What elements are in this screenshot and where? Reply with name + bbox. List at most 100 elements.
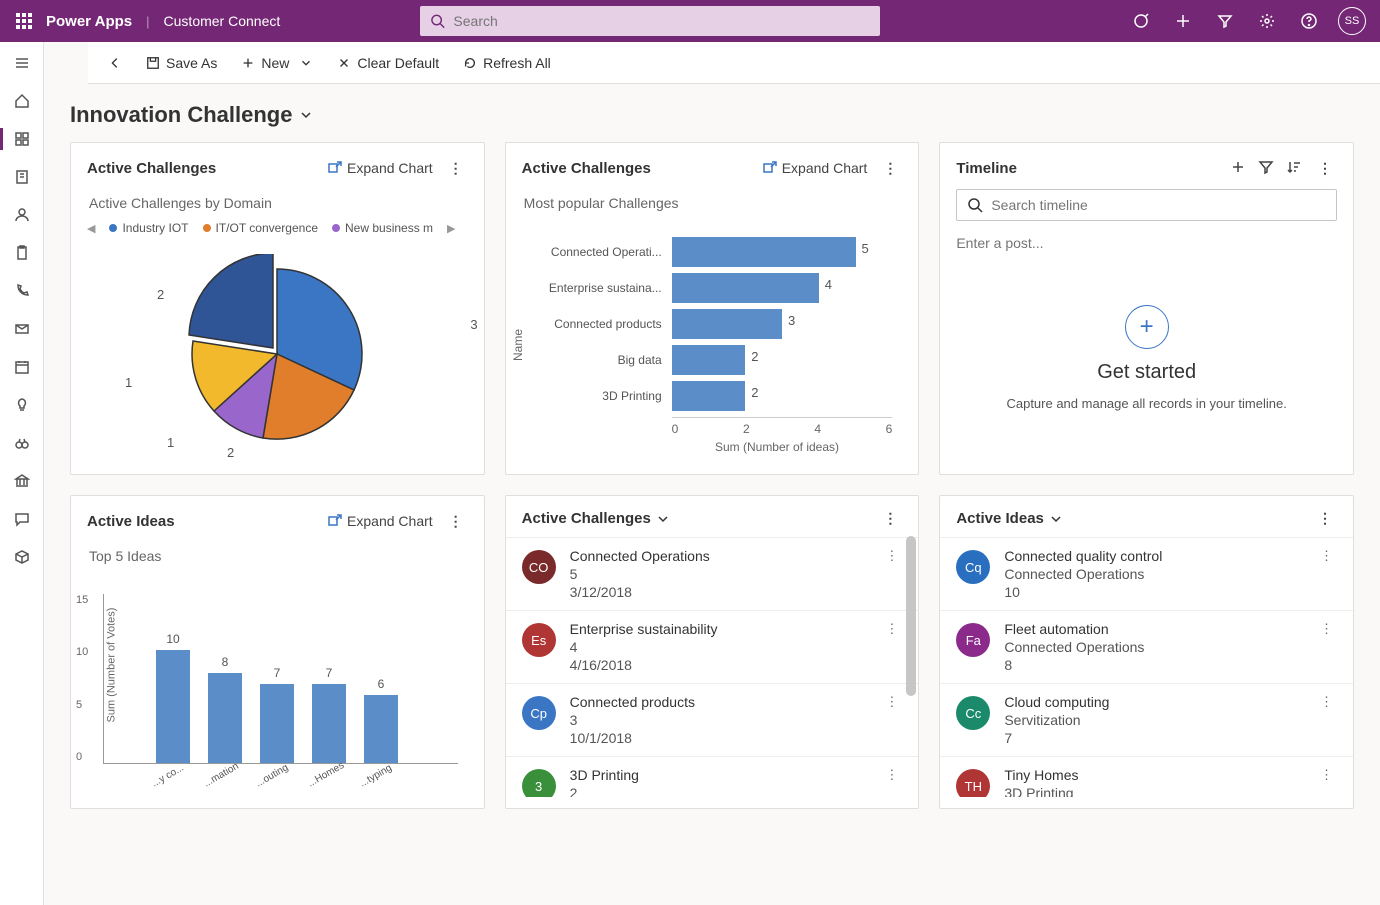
nav-package[interactable] — [0, 540, 44, 574]
list-item[interactable]: Fa Fleet automation Connected Operations… — [940, 610, 1353, 683]
timeline-card: Timeline ⋮ + — [939, 142, 1354, 475]
avatar: Fa — [956, 623, 990, 657]
add-icon[interactable] — [1164, 0, 1202, 42]
row-title: Fleet automation — [1004, 621, 1316, 637]
card-title[interactable]: Active Challenges — [522, 510, 671, 527]
list-item[interactable]: Cp Connected products 3 10/1/2018 ⋮ — [506, 683, 919, 756]
list-item[interactable]: Cc Cloud computing Servitization 7 ⋮ — [940, 683, 1353, 756]
more-icon[interactable]: ⋮ — [881, 767, 902, 783]
card-title: Active Challenges — [522, 160, 651, 177]
hbar-row: Big data 2 — [542, 345, 893, 375]
vbar: 7...Homes — [312, 684, 346, 763]
nav-entity[interactable] — [0, 160, 44, 194]
scrollbar[interactable] — [906, 536, 916, 696]
nav-home[interactable] — [0, 84, 44, 118]
more-icon[interactable]: ⋮ — [1314, 160, 1337, 177]
row-sub2: 4/16/2018 — [570, 657, 882, 673]
more-icon[interactable]: ⋮ — [879, 160, 902, 177]
list-item[interactable]: 3 3D Printing 2 ⋮ — [506, 756, 919, 797]
pie-chart — [177, 254, 377, 454]
expand-chart-button[interactable]: Expand Chart — [327, 160, 433, 176]
nav-idea[interactable] — [0, 388, 44, 422]
legend-next-icon[interactable]: ▶ — [447, 222, 455, 235]
search-input[interactable] — [453, 13, 870, 29]
nav-dashboard[interactable] — [0, 122, 44, 156]
app-name[interactable]: Customer Connect — [164, 13, 281, 29]
y-axis-label: Sum (Number of Votes) — [105, 607, 117, 722]
nav-hamburger[interactable] — [0, 46, 44, 80]
more-icon[interactable]: ⋮ — [1316, 621, 1337, 637]
chart-subtitle: Active Challenges by Domain — [89, 195, 468, 211]
avatar: Es — [522, 623, 556, 657]
nav-phone[interactable] — [0, 274, 44, 308]
avatar: Cp — [522, 696, 556, 730]
nav-chat[interactable] — [0, 502, 44, 536]
list-item[interactable]: Cq Connected quality control Connected O… — [940, 537, 1353, 610]
row-title: Connected products — [570, 694, 882, 710]
row-sub1: 5 — [570, 566, 882, 582]
timeline-search-input[interactable] — [991, 197, 1326, 213]
row-sub2: 10 — [1004, 584, 1316, 600]
help-icon[interactable] — [1290, 0, 1328, 42]
list-item[interactable]: Es Enterprise sustainability 4 4/16/2018… — [506, 610, 919, 683]
row-sub2: 7 — [1004, 730, 1316, 746]
refresh-all-button[interactable]: Refresh All — [455, 51, 559, 75]
target-icon[interactable] — [1122, 0, 1160, 42]
hbar-row: Connected Operati... 5 — [542, 237, 893, 267]
save-as-button[interactable]: Save As — [138, 51, 225, 75]
more-icon[interactable]: ⋮ — [1316, 694, 1337, 710]
expand-chart-button[interactable]: Expand Chart — [762, 160, 868, 176]
nav-bank[interactable] — [0, 464, 44, 498]
sort-icon[interactable] — [1286, 159, 1302, 178]
more-icon[interactable]: ⋮ — [881, 694, 902, 710]
nav-calendar[interactable] — [0, 350, 44, 384]
brand-name: Power Apps — [46, 13, 132, 30]
chevron-down-icon — [655, 511, 671, 527]
search-icon — [430, 13, 445, 29]
more-icon[interactable]: ⋮ — [879, 510, 902, 527]
global-search[interactable] — [420, 6, 880, 36]
row-sub2: 10/1/2018 — [570, 730, 882, 746]
avatar: Cq — [956, 550, 990, 584]
nav-mail[interactable] — [0, 312, 44, 346]
new-button[interactable]: New — [233, 51, 321, 75]
filter-icon[interactable] — [1206, 0, 1244, 42]
card-title[interactable]: Active Ideas — [956, 510, 1064, 527]
timeline-post-input[interactable] — [956, 231, 1337, 255]
list-item[interactable]: CO Connected Operations 5 3/12/2018 ⋮ — [506, 537, 919, 610]
more-icon[interactable]: ⋮ — [1316, 548, 1337, 564]
more-icon[interactable]: ⋮ — [445, 513, 468, 530]
vbar-chart-card: Active Ideas Expand Chart ⋮ Top 5 Ideas … — [70, 495, 485, 809]
chart-subtitle: Top 5 Ideas — [89, 548, 468, 564]
app-launcher-icon[interactable] — [8, 5, 40, 37]
expand-chart-button[interactable]: Expand Chart — [327, 513, 433, 529]
filter-icon[interactable] — [1258, 159, 1274, 178]
back-button[interactable] — [100, 52, 130, 74]
card-title: Timeline — [956, 160, 1017, 177]
more-icon[interactable]: ⋮ — [445, 160, 468, 177]
vbar: 7...outing — [260, 684, 294, 763]
clear-default-button[interactable]: Clear Default — [329, 51, 447, 75]
legend-prev-icon[interactable]: ◀ — [87, 222, 95, 235]
settings-icon[interactable] — [1248, 0, 1286, 42]
nav-contact[interactable] — [0, 198, 44, 232]
nav-clipboard[interactable] — [0, 236, 44, 270]
more-icon[interactable]: ⋮ — [881, 621, 902, 637]
hbar-row: 3D Printing 2 — [542, 381, 893, 411]
page-title[interactable]: Innovation Challenge — [70, 102, 1354, 128]
list-item[interactable]: TH Tiny Homes 3D Printing ⋮ — [940, 756, 1353, 797]
row-sub1: Connected Operations — [1004, 639, 1316, 655]
pie-legend: ◀ Industry IOT IT/OT convergence New bus… — [87, 221, 468, 235]
row-sub2: 8 — [1004, 657, 1316, 673]
avatar: CO — [522, 550, 556, 584]
card-title: Active Challenges — [87, 160, 216, 177]
add-icon[interactable] — [1230, 159, 1246, 178]
timeline-search[interactable] — [956, 189, 1337, 221]
plus-circle-icon[interactable]: + — [1125, 305, 1169, 349]
nav-binoculars[interactable] — [0, 426, 44, 460]
more-icon[interactable]: ⋮ — [1316, 767, 1337, 783]
user-avatar[interactable]: SS — [1338, 7, 1366, 35]
more-icon[interactable]: ⋮ — [1314, 510, 1337, 527]
top-app-bar: Power Apps | Customer Connect SS — [0, 0, 1380, 42]
more-icon[interactable]: ⋮ — [881, 548, 902, 564]
